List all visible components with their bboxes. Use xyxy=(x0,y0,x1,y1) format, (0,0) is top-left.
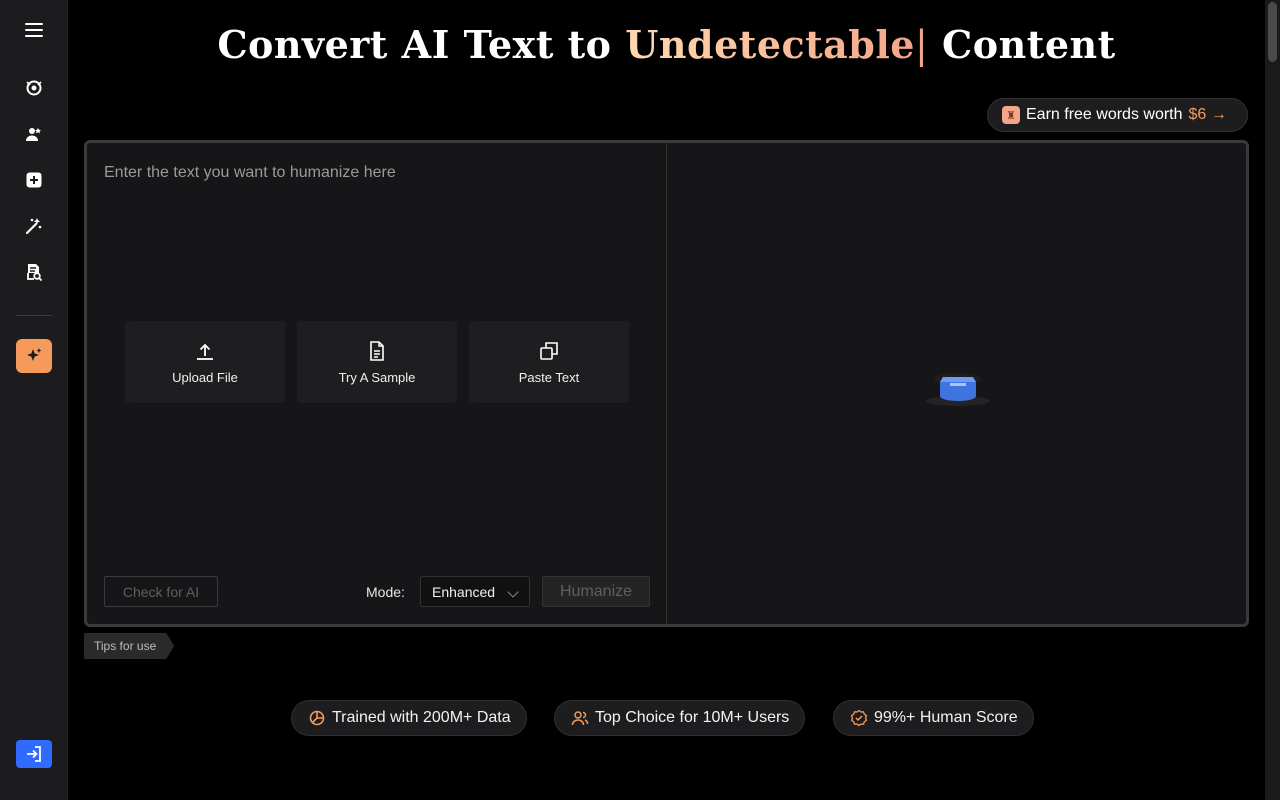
verified-badge-icon xyxy=(850,709,868,727)
scrollbar-thumb[interactable] xyxy=(1268,2,1277,62)
mode-value: Enhanced xyxy=(432,583,496,600)
humanizer-panel: Enter the text you want to humanize here… xyxy=(84,140,1249,627)
stat-top-choice-label: Top Choice for 10M+ Users xyxy=(595,709,790,726)
stat-human-score-label: 99%+ Human Score xyxy=(874,709,1018,726)
chart-pie-icon xyxy=(309,710,325,726)
detector-icon xyxy=(26,80,42,96)
earn-amount: $6 → xyxy=(1188,106,1227,123)
humanizer-icon xyxy=(26,128,41,141)
paste-text-label: Paste Text xyxy=(518,369,580,385)
magic-icon xyxy=(25,218,42,235)
chevron-down-icon xyxy=(507,586,519,598)
title-highlight: Undetectable xyxy=(625,22,915,67)
stat-trained-data: Trained with 200M+ Data xyxy=(291,700,527,736)
earn-free-words-button[interactable]: ♜ Earn free words worth $6 → xyxy=(987,98,1248,132)
try-sample-label: Try A Sample xyxy=(338,369,416,385)
sidebar-divider xyxy=(16,315,52,316)
humanize-button[interactable]: Humanize xyxy=(542,576,650,607)
sidebar xyxy=(0,0,68,800)
add-icon xyxy=(26,172,42,188)
tips-for-use-tab[interactable]: Tips for use xyxy=(84,633,174,659)
paste-text-button[interactable]: Paste Text xyxy=(469,321,629,403)
arrow-right-icon: → xyxy=(1210,106,1227,123)
stat-human-score: 99%+ Human Score xyxy=(833,700,1034,736)
mode-label: Mode: xyxy=(366,584,405,600)
empty-box-icon xyxy=(926,373,990,406)
page-scrollbar[interactable] xyxy=(1265,0,1280,800)
login-button[interactable] xyxy=(16,740,52,768)
document-icon xyxy=(370,340,384,361)
earn-label: Earn free words worth xyxy=(1026,106,1183,123)
sparkle-icon xyxy=(27,348,42,361)
sidebar-item-document-search[interactable] xyxy=(16,254,52,290)
title-part1: Convert AI Text to xyxy=(217,22,626,67)
try-sample-button[interactable]: Try A Sample xyxy=(297,321,457,403)
pane-divider xyxy=(666,143,667,624)
page-title: Convert AI Text to Undetectable| Content xyxy=(68,22,1265,67)
stat-trained-label: Trained with 200M+ Data xyxy=(332,709,511,726)
sidebar-item-magic[interactable] xyxy=(16,208,52,244)
upload-file-label: Upload File xyxy=(172,369,238,385)
sidebar-item-humanizer[interactable] xyxy=(16,116,52,152)
text-input-placeholder[interactable]: Enter the text you want to humanize here xyxy=(104,164,396,182)
title-cursor: | xyxy=(915,23,929,67)
sidebar-item-detector[interactable] xyxy=(16,70,52,106)
check-for-ai-button[interactable]: Check for AI xyxy=(104,576,218,607)
gift-icon: ♜ xyxy=(1002,106,1020,124)
login-icon xyxy=(27,746,41,762)
input-pane[interactable]: Enter the text you want to humanize here… xyxy=(87,143,666,624)
users-icon xyxy=(571,711,589,726)
document-search-icon xyxy=(27,264,43,282)
paste-icon xyxy=(540,341,558,360)
upload-icon xyxy=(197,343,213,360)
sidebar-item-ai-tools[interactable] xyxy=(16,339,52,373)
mode-select[interactable]: Enhanced xyxy=(420,576,530,607)
menu-button[interactable] xyxy=(16,12,52,48)
upload-file-button[interactable]: Upload File xyxy=(125,321,285,403)
menu-icon xyxy=(25,23,43,37)
sidebar-item-add[interactable] xyxy=(16,162,52,198)
title-part2: Content xyxy=(928,22,1116,67)
stat-top-choice: Top Choice for 10M+ Users xyxy=(554,700,806,736)
